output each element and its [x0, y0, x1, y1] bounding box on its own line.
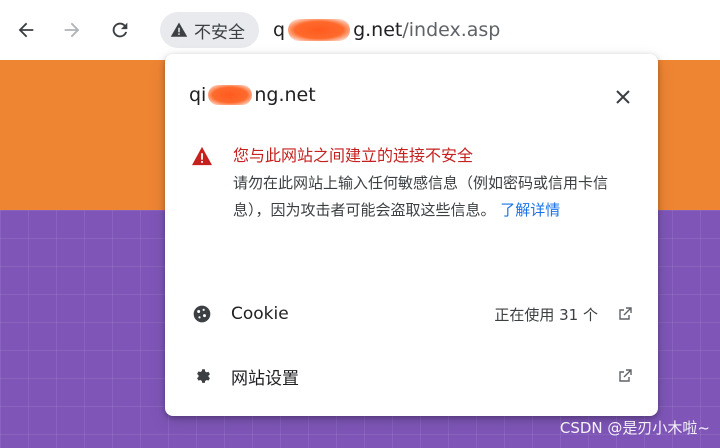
close-button[interactable] [610, 84, 636, 110]
address-bar[interactable]: 不安全 q g.net /index.asp [160, 10, 720, 50]
security-label: 不安全 [194, 22, 245, 43]
site-info-popup: qi ng.net 您与此网站之间建立的连接不安全 请勿在此网站上输入任何敏感信… [165, 54, 658, 416]
watermark: CSDN @是刃小木啦~ [559, 419, 710, 437]
cookie-status: 正在使用 31 个 [494, 305, 598, 324]
cookie-row[interactable]: Cookie 正在使用 31 个 [165, 294, 658, 334]
site-settings-label: 网站设置 [231, 368, 299, 389]
warning-body: 请勿在此网站上输入任何敏感信息（例如密码或信用卡信息），因为攻击者可能会盗取这些… [233, 170, 643, 224]
warning-triangle-icon [192, 146, 212, 166]
back-button[interactable] [10, 14, 42, 46]
warning-heading: 您与此网站之间建立的连接不安全 [233, 146, 474, 165]
arrow-right-icon [64, 22, 80, 38]
redaction-mark [288, 19, 351, 41]
security-indicator-chip[interactable]: 不安全 [160, 12, 259, 48]
arrow-left-icon [18, 22, 34, 38]
browser-toolbar: 不安全 q g.net /index.asp [0, 0, 720, 60]
cookie-icon [191, 303, 213, 325]
site-prefix: qi [189, 84, 207, 106]
learn-more-link[interactable]: 了解详情 [500, 201, 560, 219]
site-settings-row[interactable]: 网站设置 [165, 356, 658, 396]
forward-button[interactable] [56, 14, 88, 46]
url-host: g.net [353, 19, 403, 41]
gear-icon [191, 365, 213, 387]
reload-icon [112, 22, 128, 38]
redaction-mark [208, 85, 253, 105]
site-suffix: ng.net [254, 84, 316, 106]
close-icon [616, 90, 630, 104]
url-prefix: q [273, 19, 286, 41]
external-link-icon[interactable] [616, 305, 634, 323]
url-path: /index.asp [402, 19, 501, 41]
warning-triangle-icon [170, 22, 188, 37]
reload-button[interactable] [104, 14, 136, 46]
url-text[interactable]: q g.net /index.asp [273, 19, 500, 41]
cookie-label: Cookie [231, 304, 289, 324]
external-link-icon[interactable] [616, 367, 634, 385]
popup-site-title: qi ng.net [189, 84, 316, 106]
